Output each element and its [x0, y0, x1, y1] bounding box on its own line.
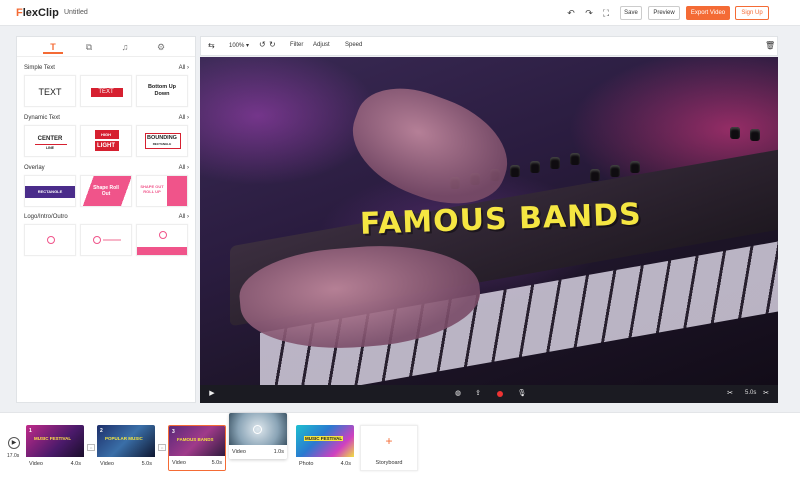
rotate-right-icon[interactable]: ↻ — [269, 40, 276, 49]
tab-elements[interactable]: ⧉ — [79, 40, 99, 54]
document-title[interactable]: Untitled — [64, 9, 88, 16]
dynamic-text-card-3[interactable]: BOUNDING RECTANGLE — [136, 125, 188, 157]
dynamic-text-card-1[interactable]: CENTER LINE — [24, 125, 76, 157]
preview-toolbar: ⇆ 100% ▾ ↺ ↻ Filter Adjust Speed 🗑 — [200, 36, 778, 56]
logo-card-2[interactable] — [80, 224, 132, 256]
undo-icon[interactable]: ↶ — [565, 7, 577, 19]
logo-placeholder-icon — [93, 236, 101, 244]
redo-icon[interactable]: ↷ — [583, 7, 595, 19]
logo-placeholder-icon — [47, 236, 55, 244]
filter-button[interactable]: Filter — [290, 42, 303, 48]
dynamic-text-card-2[interactable]: HIGH LIGHT — [80, 125, 132, 157]
overlay-card-2[interactable]: Shape Roll Out — [80, 175, 132, 207]
zoom-select[interactable]: 100% ▾ — [229, 42, 249, 49]
panel-tabs: T ⧉ ♫ ⚙ — [17, 37, 195, 57]
fit-screen-icon[interactable]: ⛶ — [600, 7, 612, 19]
section-title-dynamic-text: Dynamic Text — [24, 115, 60, 121]
upload-icon[interactable]: ⇪ — [472, 388, 484, 400]
timeline-clip-2[interactable]: 2 POPULAR MUSIC Video 5.0s — [97, 425, 155, 471]
record-icon[interactable] — [494, 388, 506, 400]
timeline: ▶ 17.0s 1 MUSIC FESTIVAL Video 4.0s ⇔ 2 … — [0, 412, 800, 480]
timeline-total-duration: 17.0s — [7, 453, 20, 459]
tab-settings[interactable]: ⚙ — [151, 40, 171, 54]
section-title-logo-intro-outro: Logo/Intro/Outro — [24, 214, 68, 220]
tab-music[interactable]: ♫ — [115, 40, 135, 54]
scissors-right-icon[interactable]: ✂ — [760, 388, 772, 400]
tab-text[interactable]: T — [43, 40, 63, 54]
logo-card-3[interactable] — [136, 224, 188, 256]
scissors-left-icon[interactable]: ✂ — [724, 388, 736, 400]
loading-circle-icon — [253, 425, 262, 434]
sign-up-button[interactable]: Sign Up — [735, 6, 769, 20]
timeline-clip-4[interactable]: Video 1.0s — [229, 413, 287, 459]
dynamic-text-all-link[interactable]: All › — [179, 115, 189, 121]
flip-icon[interactable]: ⇆ — [208, 41, 215, 50]
rotate-left-icon[interactable]: ↺ — [259, 40, 266, 49]
top-bar: FlexClip Untitled ↶ ↷ ⛶ Save Preview Exp… — [0, 0, 800, 26]
simple-text-card-1[interactable]: TEXT — [24, 75, 76, 107]
logo-card-1[interactable] — [24, 224, 76, 256]
section-title-simple-text: Simple Text — [24, 65, 55, 71]
timeline-play-icon[interactable]: ▶ — [8, 437, 20, 449]
export-video-button[interactable]: Export Video — [686, 6, 730, 20]
transition-icon[interactable]: ⇔ — [158, 444, 166, 451]
flexclip-logo[interactable]: FlexClip — [16, 7, 59, 19]
save-button[interactable]: Save — [620, 6, 642, 20]
timeline-clip-3[interactable]: 3 FAMOUS BANDS Video 5.0s — [168, 425, 226, 471]
globe-icon[interactable]: ◍ — [452, 388, 464, 400]
speed-button[interactable]: Speed — [345, 42, 362, 48]
simple-text-card-3[interactable]: Bottom Up Down — [136, 75, 188, 107]
play-icon[interactable]: ▶ — [206, 388, 218, 400]
simple-text-card-2[interactable]: TEXT — [80, 75, 132, 107]
adjust-button[interactable]: Adjust — [313, 42, 330, 48]
overlay-card-1[interactable]: RECTANGLE — [24, 175, 76, 207]
logo-intro-outro-all-link[interactable]: All › — [179, 214, 189, 220]
overlay-all-link[interactable]: All › — [179, 165, 189, 171]
plus-icon: + — [385, 434, 393, 448]
section-title-overlay: Overlay — [24, 165, 45, 171]
timeline-clip-5[interactable]: MUSIC FESTIVAL Photo 4.0s — [296, 425, 354, 471]
text-panel: T ⧉ ♫ ⚙ Simple Text All › TEXT TEXT Bott… — [16, 36, 196, 403]
clip-duration: 5.0s — [745, 390, 757, 396]
simple-text-all-link[interactable]: All › — [179, 65, 189, 71]
logo-placeholder-icon — [159, 231, 167, 239]
video-preview-canvas[interactable]: FAMOUS BANDS — [200, 57, 778, 385]
trash-icon[interactable]: 🗑 — [765, 41, 775, 50]
underline — [35, 144, 67, 145]
transition-icon[interactable]: ⇔ — [87, 444, 95, 451]
overlay-card-3[interactable]: SHAPE OUT ROLL UP — [136, 175, 188, 207]
preview-button[interactable]: Preview — [648, 6, 680, 20]
timeline-clip-1[interactable]: 1 MUSIC FESTIVAL Video 4.0s — [26, 425, 84, 471]
preview-playbar: ▶ ◍ ⇪ 🎙 ✂ 5.0s ✂ — [200, 385, 778, 403]
storyboard-button[interactable]: + Storyboard — [360, 425, 418, 471]
microphone-icon[interactable]: 🎙 — [516, 388, 528, 400]
